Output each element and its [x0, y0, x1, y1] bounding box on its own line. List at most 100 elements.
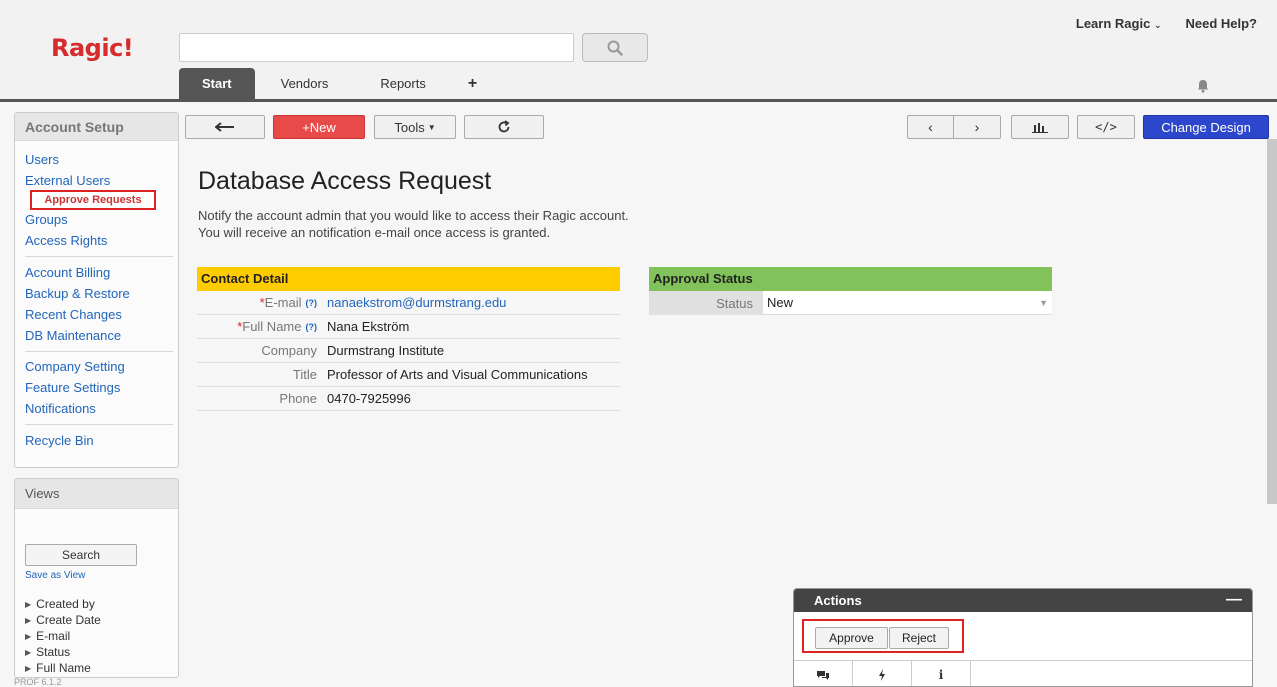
version-label: PROF 6.1.2 — [14, 677, 62, 687]
code-icon: </> — [1095, 120, 1117, 134]
triangle-right-icon: ▶ — [25, 647, 32, 657]
account-setup-panel: Account Setup Users External Users Appro… — [14, 112, 179, 468]
bell-icon[interactable] — [1197, 79, 1209, 93]
sidebar-item-company-setting[interactable]: Company Setting — [25, 359, 125, 374]
comments-tab[interactable] — [794, 661, 853, 686]
company-value[interactable]: Durmstrang Institute — [323, 343, 620, 358]
contact-detail-section: Contact Detail *E-mail (?) nanaekstrom@d… — [197, 267, 620, 411]
filter-item[interactable]: ▶ Full Name — [25, 660, 101, 676]
actions-title: Actions — [814, 593, 862, 608]
form-description: Notify the account admin that you would … — [198, 207, 629, 241]
status-select[interactable]: New ▼ — [763, 291, 1052, 315]
contact-detail-header: Contact Detail — [197, 267, 620, 291]
sidebar-item-account-billing[interactable]: Account Billing — [25, 265, 110, 280]
filter-label: Full Name — [36, 661, 91, 675]
sidebar-item-access-rights[interactable]: Access Rights — [25, 233, 107, 248]
sidebar-item-recycle-bin[interactable]: Recycle Bin — [25, 433, 94, 448]
sidebar-item-db-maintenance[interactable]: DB Maintenance — [25, 328, 121, 343]
sidebar-item-backup-restore[interactable]: Backup & Restore — [25, 286, 130, 301]
full-name-value[interactable]: Nana Ekström — [323, 319, 620, 334]
email-value[interactable]: nanaekstrom@durmstrang.edu — [323, 295, 620, 310]
learn-ragic-menu[interactable]: Learn Ragic ⌄ — [1076, 16, 1162, 31]
scrollbar[interactable] — [1267, 139, 1277, 504]
ragic-logo[interactable]: Ragic! — [51, 34, 134, 62]
actions-buttons-group: Approve Reject — [802, 619, 964, 653]
search-input[interactable] — [179, 33, 574, 62]
full-name-label: Full Name — [242, 319, 302, 334]
filter-label: Create Date — [36, 613, 101, 627]
sidebar-item-recent-changes[interactable]: Recent Changes — [25, 307, 122, 322]
save-as-view-link[interactable]: Save as View — [25, 570, 85, 581]
help-icon[interactable]: (?) — [306, 298, 318, 308]
sidebar-item-approve-requests[interactable]: Approve Requests — [30, 190, 156, 210]
views-panel: Views Search Save as View ▶ Created by ▶ C… — [14, 478, 179, 678]
back-button[interactable] — [185, 115, 265, 139]
phone-value[interactable]: 0470-7925996 — [323, 391, 620, 406]
triangle-right-icon: ▶ — [25, 615, 32, 625]
approve-button[interactable]: Approve — [815, 627, 888, 649]
need-help-link[interactable]: Need Help? — [1185, 16, 1257, 31]
chevron-left-icon: ‹ — [928, 119, 933, 135]
filter-item[interactable]: ▶ Create Date — [25, 612, 101, 628]
field-row-phone: Phone 0470-7925996 — [197, 387, 620, 411]
info-tab[interactable]: i — [912, 661, 971, 686]
refresh-button[interactable] — [464, 115, 544, 139]
account-setup-title: Account Setup — [15, 113, 178, 141]
views-search-button[interactable]: Search — [25, 544, 137, 566]
tools-button[interactable]: Tools ▼ — [374, 115, 456, 139]
triangle-right-icon: ▶ — [25, 663, 32, 673]
chevron-down-icon: ⌄ — [1153, 20, 1162, 30]
divider — [25, 424, 173, 425]
filter-list: ▶ Created by ▶ Create Date ▶ E-mail ▶ Status… — [25, 596, 101, 676]
divider — [25, 256, 173, 257]
form-description-line: You will receive an notification e-mail … — [198, 225, 551, 240]
tab-reports[interactable]: Reports — [354, 68, 452, 99]
form-title: Database Access Request — [198, 167, 492, 195]
sidebar-item-users[interactable]: Users — [25, 152, 59, 167]
next-record-button[interactable]: › — [953, 115, 1001, 139]
search-button[interactable] — [582, 33, 648, 62]
filter-label: Created by — [36, 597, 95, 611]
chart-button[interactable] — [1011, 115, 1069, 139]
help-icon[interactable]: (?) — [306, 322, 318, 332]
reject-button[interactable]: Reject — [889, 627, 949, 649]
arrow-left-icon — [215, 122, 234, 132]
field-label: *E-mail (?) — [197, 295, 323, 310]
minimize-icon[interactable]: — — [1226, 591, 1242, 609]
sidebar-item-groups[interactable]: Groups — [25, 212, 68, 227]
field-row-email: *E-mail (?) nanaekstrom@durmstrang.edu — [197, 291, 620, 315]
add-tab-button[interactable]: + — [452, 68, 493, 99]
views-title: Views — [15, 479, 178, 509]
form-description-line: Notify the account admin that you would … — [198, 208, 629, 223]
change-design-button[interactable]: Change Design — [1143, 115, 1269, 139]
new-record-button[interactable]: +New — [273, 115, 365, 139]
filter-item[interactable]: ▶ Status — [25, 644, 101, 660]
sidebar-item-external-users[interactable]: External Users — [25, 173, 110, 188]
field-row-company: Company Durmstrang Institute — [197, 339, 620, 363]
filter-item[interactable]: ▶ Created by — [25, 596, 101, 612]
approval-status-header: Approval Status — [649, 267, 1052, 291]
tools-label: Tools — [394, 119, 425, 135]
phone-label: Phone — [279, 391, 317, 406]
tab-vendors[interactable]: Vendors — [255, 68, 355, 99]
lightning-icon — [879, 669, 885, 681]
tab-start[interactable]: Start — [179, 68, 255, 99]
sidebar-item-feature-settings[interactable]: Feature Settings — [25, 380, 120, 395]
prev-record-button[interactable]: ‹ — [907, 115, 954, 139]
status-value: New — [767, 295, 794, 310]
status-label: Status — [649, 291, 763, 315]
email-label: E-mail — [264, 295, 302, 310]
refresh-icon — [498, 120, 510, 133]
title-value[interactable]: Professor of Arts and Visual Communicati… — [323, 367, 620, 382]
filter-label: Status — [36, 645, 71, 659]
title-label: Title — [292, 367, 317, 382]
search-icon — [607, 40, 623, 56]
code-view-button[interactable]: </> — [1077, 115, 1135, 139]
dropdown-arrow-icon: ▼ — [1039, 297, 1048, 308]
learn-ragic-label: Learn Ragic — [1075, 16, 1151, 31]
header: Ragic! Start Vendors Reports + Learn Rag… — [0, 0, 1277, 102]
sidebar-item-notifications[interactable]: Notifications — [25, 401, 96, 416]
filter-item[interactable]: ▶ E-mail — [25, 628, 101, 644]
approval-status-section: Approval Status Status New ▼ — [649, 267, 1052, 315]
actions-tab[interactable] — [853, 661, 912, 686]
